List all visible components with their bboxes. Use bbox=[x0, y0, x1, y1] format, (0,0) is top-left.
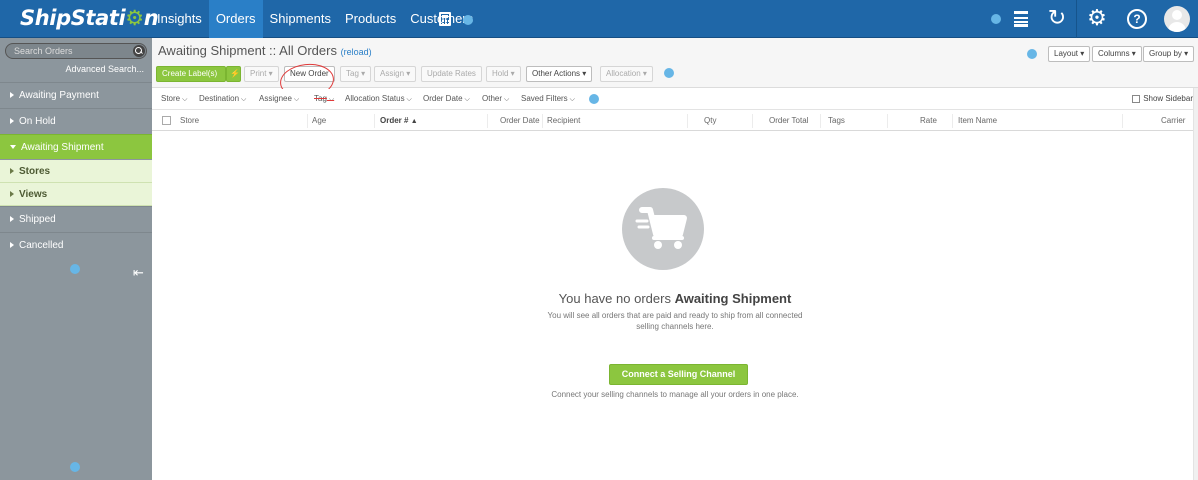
assign-button[interactable]: Assign bbox=[374, 66, 417, 82]
nav-status-dot bbox=[463, 15, 473, 25]
caret-right-icon bbox=[10, 242, 14, 248]
column-rate[interactable]: Rate bbox=[920, 116, 937, 125]
empty-state-description: You will see all orders that are paid an… bbox=[547, 311, 803, 331]
nav-insights[interactable]: Insights bbox=[150, 0, 209, 38]
column-carrier[interactable]: Carrier bbox=[1161, 116, 1185, 125]
select-all-checkbox[interactable] bbox=[162, 116, 171, 125]
column-item-name[interactable]: Item Name bbox=[958, 116, 997, 125]
caret-right-icon bbox=[10, 216, 14, 222]
filter-destination[interactable]: Destination bbox=[199, 94, 246, 104]
columns-dropdown[interactable]: Columns bbox=[1092, 46, 1142, 62]
sidebar-item-shipped[interactable]: Shipped bbox=[0, 206, 152, 231]
sidebar: Advanced Search... Awaiting Payment On H… bbox=[0, 38, 152, 480]
allocation-button[interactable]: Allocation bbox=[600, 66, 653, 82]
column-recipient[interactable]: Recipient bbox=[547, 116, 580, 125]
nav-separator bbox=[1076, 0, 1077, 38]
sidebar-item-cancelled[interactable]: Cancelled bbox=[0, 232, 152, 257]
other-actions-button[interactable]: Other Actions bbox=[526, 66, 593, 82]
caret-right-icon bbox=[10, 168, 14, 174]
filter-bar: Store Destination Assignee Tag Allocatio… bbox=[152, 89, 1198, 110]
new-order-button[interactable]: New Order bbox=[284, 66, 335, 82]
nav-right-status-dot bbox=[991, 14, 1001, 24]
sidebar-subitem-views[interactable]: Views bbox=[0, 183, 152, 206]
toolbar-status-dot bbox=[664, 68, 674, 78]
filter-order-date[interactable]: Order Date bbox=[423, 94, 470, 104]
column-age[interactable]: Age bbox=[312, 116, 326, 125]
filter-saved-filters[interactable]: Saved Filters bbox=[521, 94, 575, 104]
gear-icon: ⚙ bbox=[1087, 6, 1107, 31]
nav-shipments[interactable]: Shipments bbox=[263, 0, 338, 38]
refresh-icon: ↻ bbox=[1047, 6, 1067, 31]
reload-link[interactable]: (reload) bbox=[341, 47, 372, 57]
sidebar-bottom-dot bbox=[70, 462, 80, 472]
shopping-cart-icon bbox=[635, 207, 687, 249]
group-by-dropdown[interactable]: Group by bbox=[1143, 46, 1195, 62]
filter-store[interactable]: Store bbox=[161, 94, 187, 104]
column-order-total[interactable]: Order Total bbox=[769, 116, 808, 125]
show-sidebar-toggle[interactable]: Show Sidebar bbox=[1132, 94, 1193, 103]
orders-header: Awaiting Shipment :: All Orders (reload)… bbox=[152, 38, 1198, 101]
filter-other[interactable]: Other bbox=[482, 94, 509, 104]
column-store[interactable]: Store bbox=[180, 116, 199, 125]
filter-assignee[interactable]: Assignee bbox=[259, 94, 299, 104]
caret-right-icon bbox=[10, 92, 14, 98]
help-button[interactable]: ? bbox=[1118, 0, 1156, 38]
sidebar-subitem-stores[interactable]: Stores bbox=[0, 160, 152, 183]
page-title: Awaiting Shipment :: All Orders (reload) bbox=[158, 43, 372, 58]
help-icon: ? bbox=[1127, 9, 1147, 29]
search-row bbox=[5, 43, 147, 59]
filter-tag[interactable]: Tag bbox=[314, 94, 334, 104]
shipstation-logo[interactable]: ShipStati⚙n bbox=[20, 6, 159, 30]
search-input[interactable] bbox=[5, 43, 147, 59]
caret-right-icon bbox=[10, 118, 14, 124]
nav-orders[interactable]: Orders bbox=[208, 0, 263, 38]
batch-icon bbox=[1014, 11, 1028, 27]
main-scrollbar[interactable] bbox=[1193, 88, 1198, 480]
sidebar-item-awaiting-payment[interactable]: Awaiting Payment bbox=[0, 82, 152, 107]
sidebar-item-awaiting-shipment[interactable]: Awaiting Shipment bbox=[0, 134, 152, 159]
sidebar-status-dot bbox=[70, 264, 80, 274]
bolt-icon: ⚡ bbox=[230, 69, 240, 78]
empty-state-note: Connect your selling channels to manage … bbox=[551, 390, 799, 399]
nav-products[interactable]: Products bbox=[338, 0, 403, 38]
layout-dropdown[interactable]: Layout bbox=[1048, 46, 1091, 62]
top-nav: ShipStati⚙n Insights Orders Shipments Pr… bbox=[0, 0, 1198, 38]
advanced-search-link[interactable]: Advanced Search... bbox=[65, 64, 144, 74]
header-status-dot bbox=[1027, 49, 1037, 59]
empty-state-title: You have no orders Awaiting Shipment bbox=[558, 291, 792, 306]
filter-status-dot bbox=[589, 94, 599, 104]
empty-cart-illustration bbox=[622, 188, 704, 270]
sidebar-item-on-hold[interactable]: On Hold bbox=[0, 108, 152, 133]
connect-selling-channel-button[interactable]: Connect a Selling Channel bbox=[609, 364, 748, 385]
search-icon[interactable] bbox=[133, 45, 145, 57]
create-label-button[interactable]: Create Label(s) bbox=[156, 66, 226, 82]
show-sidebar-checkbox[interactable] bbox=[1132, 94, 1141, 103]
tag-button[interactable]: Tag bbox=[340, 66, 372, 82]
caret-right-icon bbox=[10, 191, 14, 197]
hold-button[interactable]: Hold bbox=[486, 66, 521, 82]
nav-links: Insights Orders Shipments Products Custo… bbox=[150, 0, 480, 38]
column-order-number[interactable]: Order # ▲ bbox=[380, 116, 418, 125]
main-content: Awaiting Shipment :: All Orders (reload)… bbox=[152, 38, 1198, 480]
print-button[interactable]: Print bbox=[244, 66, 279, 82]
orders-table-header: Store Age Order # ▲ Order Date Recipient… bbox=[152, 111, 1198, 131]
account-button[interactable] bbox=[1158, 0, 1196, 38]
collapse-sidebar-icon[interactable]: ⇤ bbox=[133, 266, 144, 281]
filter-allocation-status[interactable]: Allocation Status bbox=[345, 94, 412, 104]
caret-down-icon bbox=[10, 145, 16, 149]
column-tags[interactable]: Tags bbox=[828, 116, 845, 125]
update-rates-button[interactable]: Update Rates bbox=[421, 66, 482, 82]
settings-button[interactable]: ⚙ bbox=[1078, 0, 1116, 38]
quick-ship-button[interactable]: ⚡ bbox=[226, 66, 241, 82]
column-order-date[interactable]: Order Date bbox=[500, 116, 540, 125]
sort-ascending-icon: ▲ bbox=[410, 118, 418, 125]
logo-gear-icon: ⚙ bbox=[125, 6, 144, 30]
batch-button[interactable] bbox=[1002, 0, 1040, 38]
refresh-button[interactable]: ↻ bbox=[1038, 0, 1076, 38]
column-qty[interactable]: Qty bbox=[704, 116, 716, 125]
avatar-icon bbox=[1164, 6, 1190, 32]
calculator-icon[interactable] bbox=[439, 12, 451, 26]
